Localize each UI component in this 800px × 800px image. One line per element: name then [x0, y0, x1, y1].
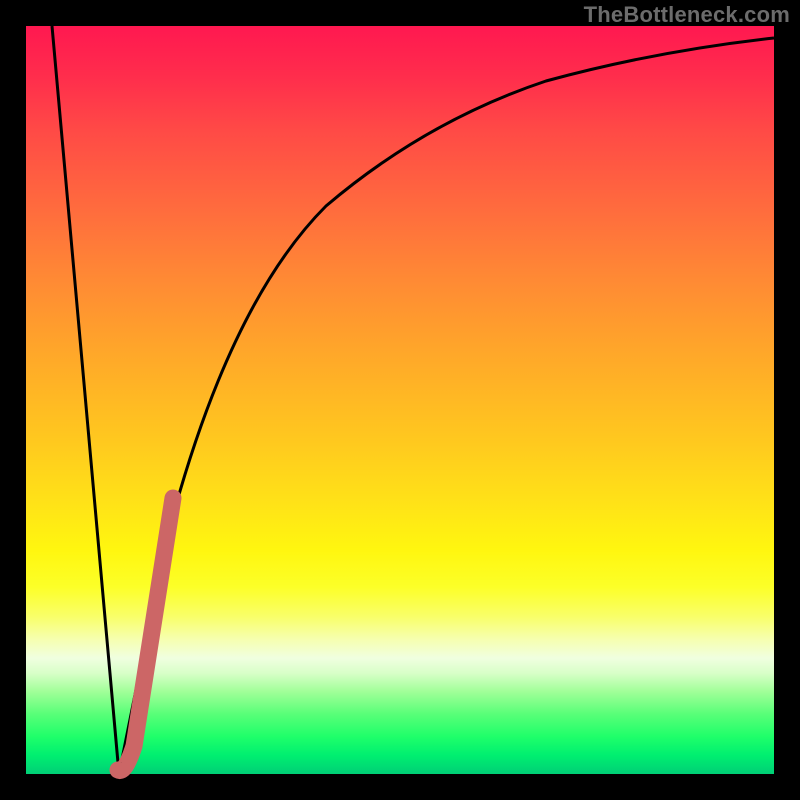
curve-layer: [26, 26, 774, 774]
chart-frame: TheBottleneck.com: [0, 0, 800, 800]
bottleneck-black-curve: [52, 26, 774, 774]
watermark-text: TheBottleneck.com: [584, 2, 790, 28]
plot-area: [26, 26, 774, 774]
bottleneck-pink-overlay: [118, 498, 173, 771]
